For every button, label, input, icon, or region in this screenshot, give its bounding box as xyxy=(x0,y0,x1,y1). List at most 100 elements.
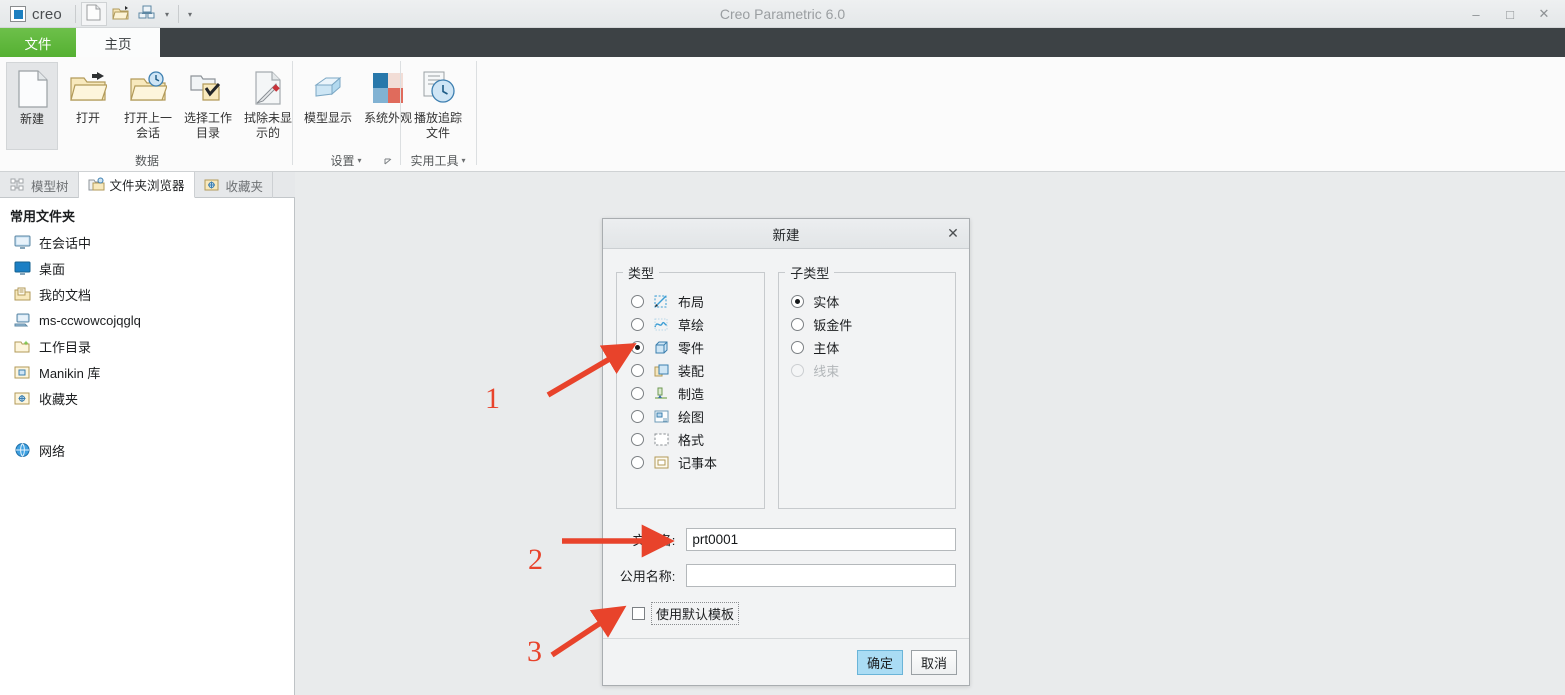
tab-home[interactable]: 主页 xyxy=(76,28,160,57)
qat-separator xyxy=(74,5,76,23)
notebook-icon xyxy=(652,454,670,471)
radio-type-notebook-control[interactable] xyxy=(631,456,644,469)
radio-type-part-control[interactable] xyxy=(631,341,644,354)
close-button[interactable]: ✕ xyxy=(1527,1,1561,27)
annotation-step-3: 3 xyxy=(527,635,542,668)
ribbon-group-utilities: 播放追踪 文件 实用工具 ▾ xyxy=(402,57,474,171)
radio-type-layout[interactable]: 布局 xyxy=(617,290,764,313)
radio-subtype-body[interactable]: 主体 xyxy=(779,336,955,359)
title-bar: Creo Parametric 6.0 creo ▾ ▾ – □ ✕ xyxy=(0,0,1565,28)
radio-type-notebook[interactable]: 记事本 xyxy=(617,451,764,474)
radio-type-layout-control[interactable] xyxy=(631,295,644,308)
radio-type-part[interactable]: 零件 xyxy=(617,336,764,359)
nav-item-computer[interactable]: ms-ccwowcojqglq xyxy=(0,307,294,333)
creo-logo: creo xyxy=(6,6,70,23)
ribbon: 新建 打开 打开上一 会话 选择工作 目录 拭除未显 示的 数据 模型显示 系统… xyxy=(0,57,1565,172)
radio-subtype-body-control[interactable] xyxy=(791,341,805,354)
nav-tab-favorites[interactable]: 收藏夹 xyxy=(195,172,274,198)
ribbon-group-settings-label-text: 设置 xyxy=(330,154,355,168)
use-default-template-row[interactable]: 使用默认模板 xyxy=(616,602,956,625)
window-controls: – □ ✕ xyxy=(1459,0,1561,28)
part-icon xyxy=(652,339,670,356)
dialog-groups: 类型 布局 草绘 零件 装配 制造 绘图 格式 记事本 子类型 实体 钣金件 主… xyxy=(616,263,956,509)
working-folder-icon xyxy=(14,338,31,355)
ribbon-group-settings: 模型显示 系统外观 设置 ▾ xyxy=(294,57,412,171)
ok-button[interactable]: 确定 xyxy=(857,649,903,675)
ribbon-button-new[interactable]: 新建 xyxy=(6,62,58,150)
radio-subtype-harness-label: 线束 xyxy=(813,364,840,379)
manufacturing-icon xyxy=(652,385,670,402)
radio-type-sketch-label: 草绘 xyxy=(678,318,705,333)
nav-item-in-session[interactable]: 在会话中 xyxy=(0,229,294,255)
qat-new-button[interactable] xyxy=(80,2,107,26)
nav-item-manikin-library[interactable]: Manikin 库 xyxy=(0,359,294,385)
type-group-legend: 类型 xyxy=(628,266,655,281)
creo-logo-icon xyxy=(10,6,26,22)
radio-type-manufacturing-label: 制造 xyxy=(678,387,705,402)
nav-tab-model-tree[interactable]: 模型树 xyxy=(0,172,79,198)
cancel-button[interactable]: 取消 xyxy=(911,649,957,675)
file-name-field[interactable] xyxy=(686,528,956,551)
radio-subtype-sheetmetal-control[interactable] xyxy=(791,318,805,331)
creo-wordmark: creo xyxy=(32,5,62,23)
ribbon-button-erase-not-displayed[interactable]: 拭除未显 示的 xyxy=(238,62,298,141)
nav-item-network[interactable]: 网络 xyxy=(0,437,294,463)
nav-item-favorites[interactable]: 收藏夹 xyxy=(0,385,294,411)
radio-type-format[interactable]: 格式 xyxy=(617,428,764,451)
radio-type-assembly-control[interactable] xyxy=(631,364,644,377)
qat-customize-caret[interactable]: ▾ xyxy=(184,4,196,24)
nav-tab-folder-browser[interactable]: 文件夹浏览器 xyxy=(78,172,195,198)
nav-item-manikin-library-label: Manikin 库 xyxy=(39,365,101,381)
qat-dropdown-caret[interactable]: ▾ xyxy=(161,4,173,24)
radio-type-assembly-label: 装配 xyxy=(678,364,705,379)
nav-item-desktop[interactable]: 桌面 xyxy=(0,255,294,281)
radio-type-drawing[interactable]: 绘图 xyxy=(617,405,764,428)
ribbon-button-select-working-directory[interactable]: 选择工作 目录 xyxy=(178,62,238,141)
erase-icon xyxy=(250,68,286,108)
radio-type-notebook-label: 记事本 xyxy=(678,456,718,471)
radio-subtype-sheetmetal[interactable]: 钣金件 xyxy=(779,313,955,336)
nav-item-favorites-label: 收藏夹 xyxy=(39,391,79,407)
radio-type-sketch-control[interactable] xyxy=(631,318,644,331)
maximize-button[interactable]: □ xyxy=(1493,1,1527,27)
folder-clock-icon xyxy=(129,68,167,108)
radio-type-drawing-control[interactable] xyxy=(631,410,644,423)
dialog-body: 类型 布局 草绘 零件 装配 制造 绘图 格式 记事本 子类型 实体 钣金件 主… xyxy=(603,249,969,625)
common-name-field[interactable] xyxy=(686,564,956,587)
chevron-down-icon-2[interactable]: ▾ xyxy=(462,156,466,165)
ribbon-button-model-display[interactable]: 模型显示 xyxy=(298,62,358,126)
common-name-label: 公用名称: xyxy=(619,569,676,584)
nav-item-my-documents[interactable]: 我的文档 xyxy=(0,281,294,307)
use-default-template-checkbox[interactable] xyxy=(632,607,645,620)
ribbon-button-model-display-label: 模型显示 xyxy=(303,111,352,125)
ribbon-button-play-trail-file[interactable]: 播放追踪 文件 xyxy=(407,62,469,141)
navigator-body: 常用文件夹 在会话中 桌面 我的文档 ms-ccwowcojqglq 工作目录 … xyxy=(0,198,294,695)
qat-open-button[interactable] xyxy=(109,3,133,25)
radio-subtype-solid-label: 实体 xyxy=(813,295,840,310)
radio-type-manufacturing[interactable]: 制造 xyxy=(617,382,764,405)
radio-type-sketch[interactable]: 草绘 xyxy=(617,313,764,336)
radio-type-format-control[interactable] xyxy=(631,433,644,446)
ribbon-group-divider-1 xyxy=(292,61,293,165)
favorites-icon xyxy=(204,177,221,194)
ribbon-group-settings-dialog-launcher[interactable] xyxy=(382,156,394,168)
tab-file[interactable]: 文件 xyxy=(0,28,76,57)
type-group: 类型 布局 草绘 零件 装配 制造 绘图 格式 记事本 xyxy=(616,263,766,509)
chevron-down-icon[interactable]: ▾ xyxy=(358,156,362,165)
radio-subtype-solid-control[interactable] xyxy=(791,295,805,308)
ribbon-button-erase-not-displayed-label: 拭除未显 示的 xyxy=(243,111,292,140)
ribbon-button-open-last-session[interactable]: 打开上一 会话 xyxy=(118,62,178,141)
nav-item-network-label: 网络 xyxy=(39,443,66,459)
qat-regenerate-button[interactable] xyxy=(135,3,159,25)
qat-separator-2 xyxy=(177,5,179,23)
folder-check-icon xyxy=(189,68,227,108)
radio-type-manufacturing-control[interactable] xyxy=(631,387,644,400)
ribbon-button-open[interactable]: 打开 xyxy=(58,62,118,126)
use-default-template-label: 使用默认模板 xyxy=(651,602,740,625)
ribbon-button-new-label: 新建 xyxy=(19,112,44,126)
dialog-close-button[interactable]: ✕ xyxy=(943,223,963,243)
radio-subtype-solid[interactable]: 实体 xyxy=(779,290,955,313)
nav-item-working-directory[interactable]: 工作目录 xyxy=(0,333,294,359)
radio-type-assembly[interactable]: 装配 xyxy=(617,359,764,382)
minimize-button[interactable]: – xyxy=(1459,1,1493,27)
